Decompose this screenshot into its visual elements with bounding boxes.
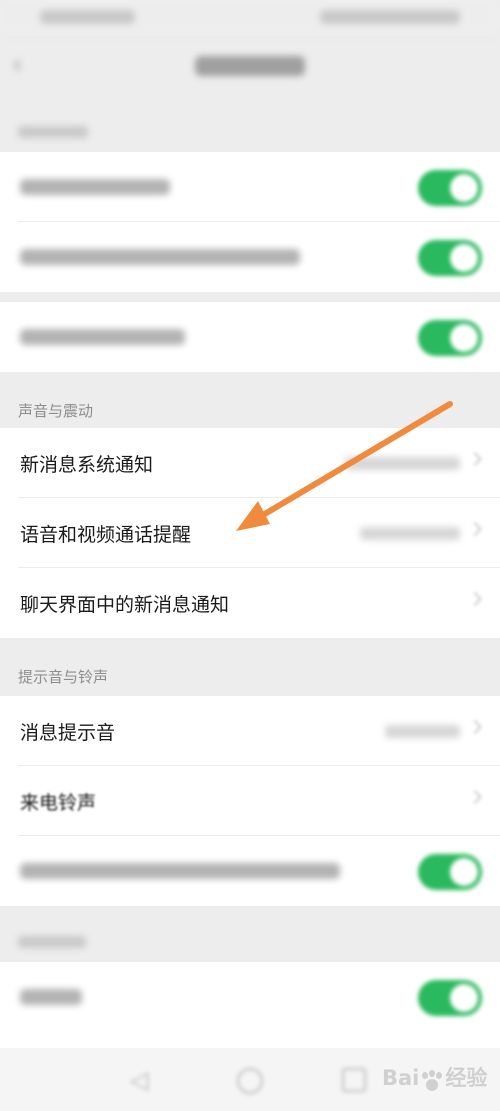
toggle-switch[interactable] [418, 170, 482, 206]
status-bar-left [40, 10, 135, 24]
watermark-brand-right: 经验 [445, 1066, 488, 1090]
chevron-right-icon [467, 451, 483, 467]
row-ringtone[interactable]: 来电铃声 [0, 766, 500, 836]
toggle-switch[interactable] [418, 240, 482, 276]
toggle-row-tones[interactable] [0, 836, 500, 906]
paw-icon [420, 1069, 444, 1092]
chevron-left-icon[interactable]: ‹ [12, 50, 22, 80]
row-voice-video-call-reminder[interactable]: 语音和视频通话提醒 [0, 498, 500, 568]
row-new-message-system-notification[interactable]: 新消息系统通知 [0, 428, 500, 498]
chevron-right-icon [467, 719, 483, 735]
group-other [0, 962, 500, 1048]
row-chat-new-message-notification[interactable]: 聊天界面中的新消息通知 [0, 568, 500, 638]
section-header-other [0, 920, 500, 962]
toggle-row-3[interactable] [0, 302, 500, 372]
toggle-row-other[interactable] [0, 962, 500, 1032]
chevron-right-icon [467, 521, 483, 537]
row-message-tone[interactable]: 消息提示音 [0, 696, 500, 766]
status-bar-right [320, 10, 460, 24]
group-tones-ringtones: 消息提示音 来电铃声 [0, 696, 500, 906]
row-label: 消息提示音 [20, 722, 116, 744]
status-bar [0, 0, 500, 36]
row-label: 来电铃声 [20, 792, 97, 814]
section-header-tones: 提示音与铃声 [0, 654, 500, 696]
nav-back-icon[interactable]: ◁ [130, 1068, 154, 1092]
section-title: 声音与震动 [18, 402, 94, 420]
chevron-right-icon [467, 591, 483, 607]
toggle-row-1[interactable] [0, 152, 500, 222]
group-preview [0, 302, 500, 372]
row-value [345, 457, 460, 470]
row-label: 语音和视频通话提醒 [20, 524, 192, 546]
row-label: 新消息系统通知 [20, 454, 154, 476]
section-header-notifications [0, 110, 500, 152]
row-value [360, 527, 460, 540]
nav-home-icon[interactable] [237, 1068, 263, 1094]
section-header-sound: 声音与震动 [0, 388, 500, 430]
toggle-switch[interactable] [418, 854, 482, 890]
top-bar: ‹ [0, 36, 500, 96]
group-notifications [0, 152, 500, 292]
toggle-switch[interactable] [418, 320, 482, 356]
chevron-right-icon [467, 789, 483, 805]
row-value [385, 725, 460, 738]
page-title [195, 56, 305, 76]
watermark-brand-left: Bai [382, 1066, 420, 1090]
row-label: 聊天界面中的新消息通知 [20, 594, 230, 616]
baidu-jingyan-watermark: Bai 经验 [382, 1062, 487, 1094]
toggle-switch[interactable] [418, 980, 482, 1016]
toggle-row-2[interactable] [0, 222, 500, 292]
group-sound-vibration: 新消息系统通知 语音和视频通话提醒 聊天界面中的新消息通知 [0, 428, 500, 638]
section-title: 提示音与铃声 [18, 668, 109, 686]
nav-recents-icon[interactable] [342, 1068, 366, 1092]
